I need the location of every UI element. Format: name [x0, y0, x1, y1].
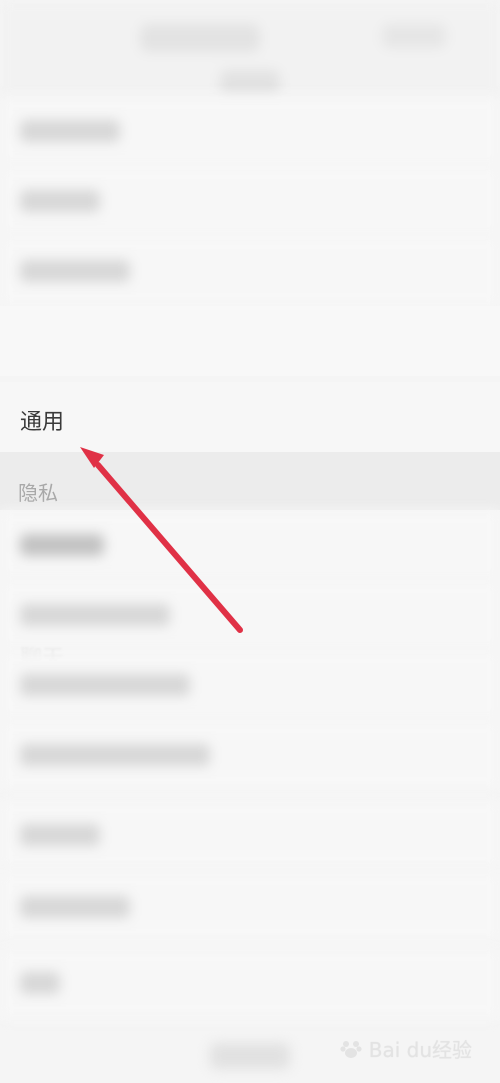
- bottom-action-placeholder[interactable]: [210, 1043, 290, 1069]
- header-subtitle-placeholder: [220, 70, 280, 96]
- row-label-placeholder: [20, 260, 130, 282]
- row-label-placeholder: [20, 604, 170, 626]
- row-label-placeholder: [20, 896, 130, 918]
- settings-row-blurred-2[interactable]: [0, 166, 500, 236]
- settings-row-blurred-6[interactable]: [0, 650, 500, 720]
- row-label-placeholder: [20, 824, 100, 846]
- watermark-text: Bai du经验: [368, 1038, 472, 1062]
- settings-row-blurred-5[interactable]: [0, 580, 500, 650]
- settings-row-general[interactable]: 通用: [0, 382, 500, 452]
- baidu-watermark: Bai du经验: [339, 1034, 472, 1063]
- general-label: 通用: [20, 409, 65, 434]
- paw-icon: [339, 1037, 363, 1061]
- settings-screen: 聊天 通用 隐私: [0, 0, 500, 1083]
- header-action-placeholder[interactable]: [382, 24, 446, 48]
- privacy-label: 隐私: [18, 483, 58, 505]
- settings-row-blurred-7[interactable]: [0, 720, 500, 790]
- settings-row-blurred-8[interactable]: [0, 800, 500, 870]
- settings-row-blurred-4[interactable]: [0, 510, 500, 580]
- settings-row-chat[interactable]: 聊天: [0, 306, 500, 670]
- row-label-placeholder: [20, 534, 104, 556]
- settings-row-blurred-10[interactable]: [0, 948, 500, 1018]
- header-title-placeholder: [140, 24, 260, 52]
- row-label-placeholder: [20, 120, 120, 142]
- settings-row-blurred-3[interactable]: [0, 236, 500, 306]
- row-label-placeholder: [20, 190, 100, 212]
- top-bar: [0, 0, 500, 100]
- row-label-placeholder: [20, 972, 60, 994]
- row-label-placeholder: [20, 674, 190, 696]
- row-label-placeholder: [20, 744, 210, 766]
- settings-row-blurred-1[interactable]: [0, 96, 500, 166]
- privacy-section-header: 隐私: [0, 452, 500, 510]
- settings-row-blurred-9[interactable]: [0, 872, 500, 942]
